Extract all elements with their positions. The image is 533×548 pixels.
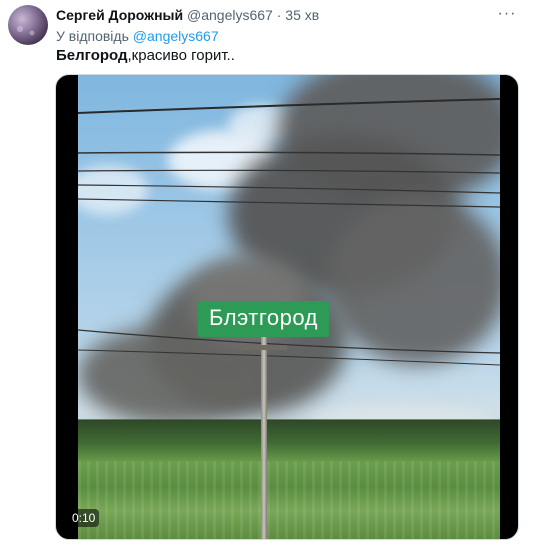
tweet-text-rest: ,красиво горит.. — [127, 47, 235, 64]
ellipsis-icon: ··· — [497, 5, 517, 22]
author-name[interactable]: Сергей Дорожный — [56, 7, 183, 23]
tweet-text: Белгород,красиво горит.. — [56, 47, 235, 65]
utility-pole — [261, 337, 267, 539]
tweet[interactable]: Сергей Дорожный @angelys667 · 35 хв ··· … — [0, 0, 533, 548]
author-handle[interactable]: @angelys667 — [187, 7, 273, 23]
tweet-header: Сергей Дорожный @angelys667 · 35 хв — [56, 6, 493, 24]
field — [78, 421, 500, 539]
separator-dot: · — [276, 7, 282, 23]
timestamp-link[interactable]: 35 хв — [285, 7, 319, 23]
avatar[interactable] — [8, 5, 48, 45]
video-frame: Блэтгород — [78, 75, 500, 539]
reply-context: У відповідь @angelys667 — [56, 27, 219, 45]
reply-handle-link[interactable]: @angelys667 — [133, 28, 219, 44]
video-duration-badge: 0:10 — [68, 509, 100, 527]
reply-prefix: У відповідь — [56, 28, 129, 44]
video-caption-label: Блэтгород — [198, 301, 329, 337]
more-options-button[interactable]: ··· — [495, 4, 519, 24]
tweet-text-bold: Белгород — [56, 47, 128, 64]
video-player[interactable]: Блэтгород 0:10 — [55, 74, 519, 540]
utility-pole-crossbar — [243, 345, 287, 350]
